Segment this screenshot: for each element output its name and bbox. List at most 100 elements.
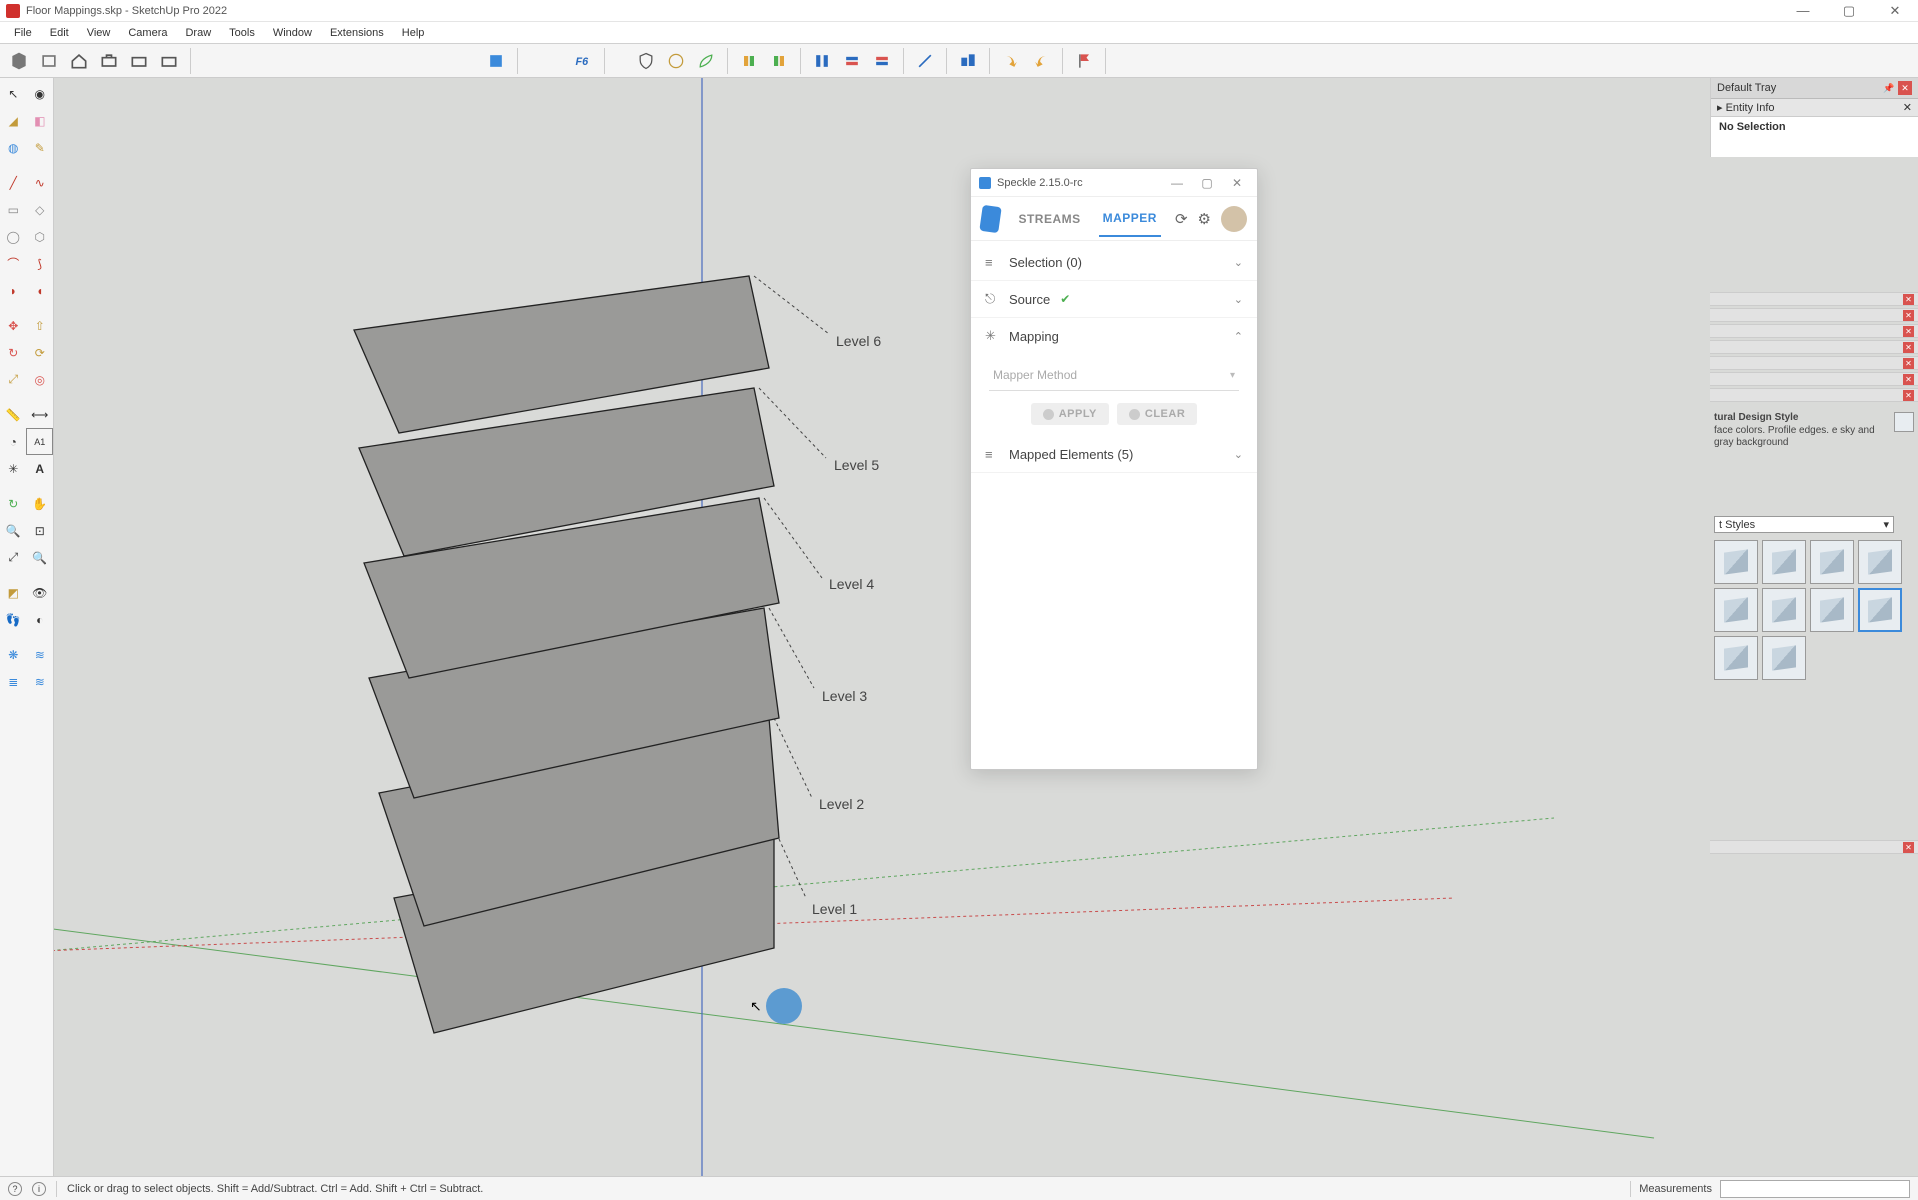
style-thumb-10[interactable] — [1762, 636, 1806, 680]
menu-help[interactable]: Help — [394, 25, 433, 41]
tray-strip-5[interactable]: ✕ — [1710, 356, 1918, 370]
row-mapped-elements[interactable]: ≡ Mapped Elements (5) ⌄ — [971, 437, 1257, 473]
style-thumb-6[interactable] — [1762, 588, 1806, 632]
pie-tool-icon[interactable]: ◗ — [0, 277, 27, 304]
measurements-input[interactable] — [1720, 1180, 1910, 1198]
scale-tool-icon[interactable]: ⤢ — [0, 366, 27, 393]
style-thumb-7[interactable] — [1810, 588, 1854, 632]
axes-tool-icon[interactable]: ✳ — [0, 455, 27, 482]
tray-strip-7[interactable]: ✕ — [1710, 388, 1918, 402]
tray-pin-icon[interactable]: 📌 — [1882, 81, 1896, 95]
close-button[interactable]: ✕ — [1872, 0, 1918, 22]
ext3-icon[interactable]: ≣ — [0, 668, 27, 695]
3dtext-tool-icon[interactable]: A — [27, 455, 54, 482]
menu-extensions[interactable]: Extensions — [322, 25, 392, 41]
zoomwin-tool-icon[interactable]: ⊡ — [27, 517, 54, 544]
tray-header[interactable]: Default Tray 📌✕ — [1711, 78, 1918, 99]
entity-info-header[interactable]: ▸ Entity Info ✕ — [1711, 99, 1918, 117]
tb-bluecube-icon[interactable] — [483, 48, 509, 74]
style-thumb-5[interactable] — [1714, 588, 1758, 632]
arc2-tool-icon[interactable]: ⟆ — [27, 250, 54, 277]
tb-house-icon[interactable] — [66, 48, 92, 74]
text-tool-icon[interactable]: A1 — [26, 428, 53, 455]
tb-shield-icon[interactable] — [633, 48, 659, 74]
eraser-tool-icon[interactable]: ◧ — [27, 107, 54, 134]
zoomext-tool-icon[interactable]: ⤢ — [0, 544, 27, 571]
tb-box-icon[interactable] — [36, 48, 62, 74]
tb-box3-icon[interactable] — [156, 48, 182, 74]
speckle-window[interactable]: Speckle 2.15.0-rc — ▢ ✕ STREAMS MAPPER ⟳… — [970, 168, 1258, 770]
style-thumb-4[interactable] — [1858, 540, 1902, 584]
info-icon[interactable]: i — [32, 1182, 46, 1196]
ext1-icon[interactable]: ❋ — [0, 641, 27, 668]
walk-tool-icon[interactable]: 👣 — [0, 606, 27, 633]
tb-flip2-icon[interactable] — [839, 48, 865, 74]
tray-strip-6[interactable]: ✕ — [1710, 372, 1918, 386]
speckle-max-icon[interactable]: ▢ — [1195, 176, 1219, 190]
circle-tool-icon[interactable]: ◯ — [0, 223, 27, 250]
help-icon[interactable]: ? — [8, 1182, 22, 1196]
orbit2-tool-icon[interactable]: ↻ — [0, 490, 27, 517]
tab-streams[interactable]: STREAMS — [1014, 202, 1084, 236]
pushpull-tool-icon[interactable]: ⇧ — [27, 312, 54, 339]
style-select[interactable]: t Styles ▾ — [1714, 516, 1894, 533]
tb-home-icon[interactable] — [6, 48, 32, 74]
pencil2-icon[interactable]: ✎ — [27, 134, 54, 161]
refresh-icon[interactable]: ⟳ — [1175, 210, 1188, 228]
select-tool-icon[interactable]: ↖ — [0, 80, 27, 107]
avatar[interactable] — [1221, 206, 1247, 232]
tb-flip3-icon[interactable] — [869, 48, 895, 74]
section-tool-icon[interactable]: ◩ — [0, 579, 27, 606]
tb-box2-icon[interactable] — [126, 48, 152, 74]
style-thumb-1[interactable] — [1714, 540, 1758, 584]
rect-tool-icon[interactable]: ▭ — [0, 196, 27, 223]
tb-tool-a-icon[interactable] — [736, 48, 762, 74]
paint-tool-icon[interactable]: ◢ — [0, 107, 27, 134]
style-thumb-9[interactable] — [1714, 636, 1758, 680]
poly-tool-icon[interactable]: ⬡ — [27, 223, 54, 250]
speckle-min-icon[interactable]: — — [1165, 176, 1189, 190]
offset-tool-icon[interactable]: ◎ — [27, 366, 54, 393]
tray-strip-4[interactable]: ✕ — [1710, 340, 1918, 354]
style-thumb-icon[interactable] — [1894, 412, 1914, 432]
tb-flip1-icon[interactable] — [809, 48, 835, 74]
line-tool-icon[interactable]: ╱ — [0, 169, 27, 196]
tb-flag-icon[interactable] — [1071, 48, 1097, 74]
tape-tool-icon[interactable]: 📏 — [0, 401, 27, 428]
maximize-button[interactable]: ▢ — [1826, 0, 1872, 22]
tb-arrow1-icon[interactable] — [998, 48, 1024, 74]
speckle-brand-icon[interactable] — [979, 204, 1002, 232]
minimize-button[interactable]: — — [1780, 0, 1826, 22]
tb-group1-icon[interactable] — [955, 48, 981, 74]
row-selection[interactable]: ≡ Selection (0) ⌄ — [971, 245, 1257, 281]
menu-file[interactable]: File — [6, 25, 40, 41]
apply-button[interactable]: APPLY — [1031, 403, 1109, 425]
style-thumb-8[interactable] — [1858, 588, 1902, 632]
zoomprev-tool-icon[interactable]: 🔍 — [27, 544, 54, 571]
pie2-tool-icon[interactable]: ◖ — [27, 277, 54, 304]
tray-strip-2[interactable]: ✕ — [1710, 308, 1918, 322]
style-thumb-2[interactable] — [1762, 540, 1806, 584]
tb-tool-b-icon[interactable] — [766, 48, 792, 74]
tb-fx-icon[interactable]: F6 — [570, 48, 596, 74]
row-mapping[interactable]: ✳ Mapping ⌃ — [971, 318, 1257, 354]
pan-tool-icon[interactable]: ✋ — [27, 490, 54, 517]
menu-window[interactable]: Window — [265, 25, 320, 41]
clear-button[interactable]: CLEAR — [1117, 403, 1197, 425]
tb-case-icon[interactable] — [96, 48, 122, 74]
mat-tool-icon[interactable]: ◍ — [0, 134, 27, 161]
tray-strip-1[interactable]: ✕ — [1710, 292, 1918, 306]
tab-mapper[interactable]: MAPPER — [1099, 201, 1161, 237]
menu-tools[interactable]: Tools — [221, 25, 263, 41]
menu-draw[interactable]: Draw — [177, 25, 219, 41]
followme-tool-icon[interactable]: ⟳ — [27, 339, 54, 366]
mapper-method-select[interactable]: Mapper Method ▾ — [989, 360, 1239, 391]
zoom-tool-icon[interactable]: 🔍 — [0, 517, 27, 544]
look-tool-icon[interactable]: 👁 — [27, 579, 54, 606]
tb-diag-icon[interactable] — [912, 48, 938, 74]
rotrect-tool-icon[interactable]: ◇ — [27, 196, 54, 223]
rotate-tool-icon[interactable]: ↻ — [0, 339, 27, 366]
menu-camera[interactable]: Camera — [120, 25, 175, 41]
speckle-close-icon[interactable]: ✕ — [1225, 176, 1249, 190]
gear-icon[interactable]: ⚙ — [1198, 210, 1211, 228]
